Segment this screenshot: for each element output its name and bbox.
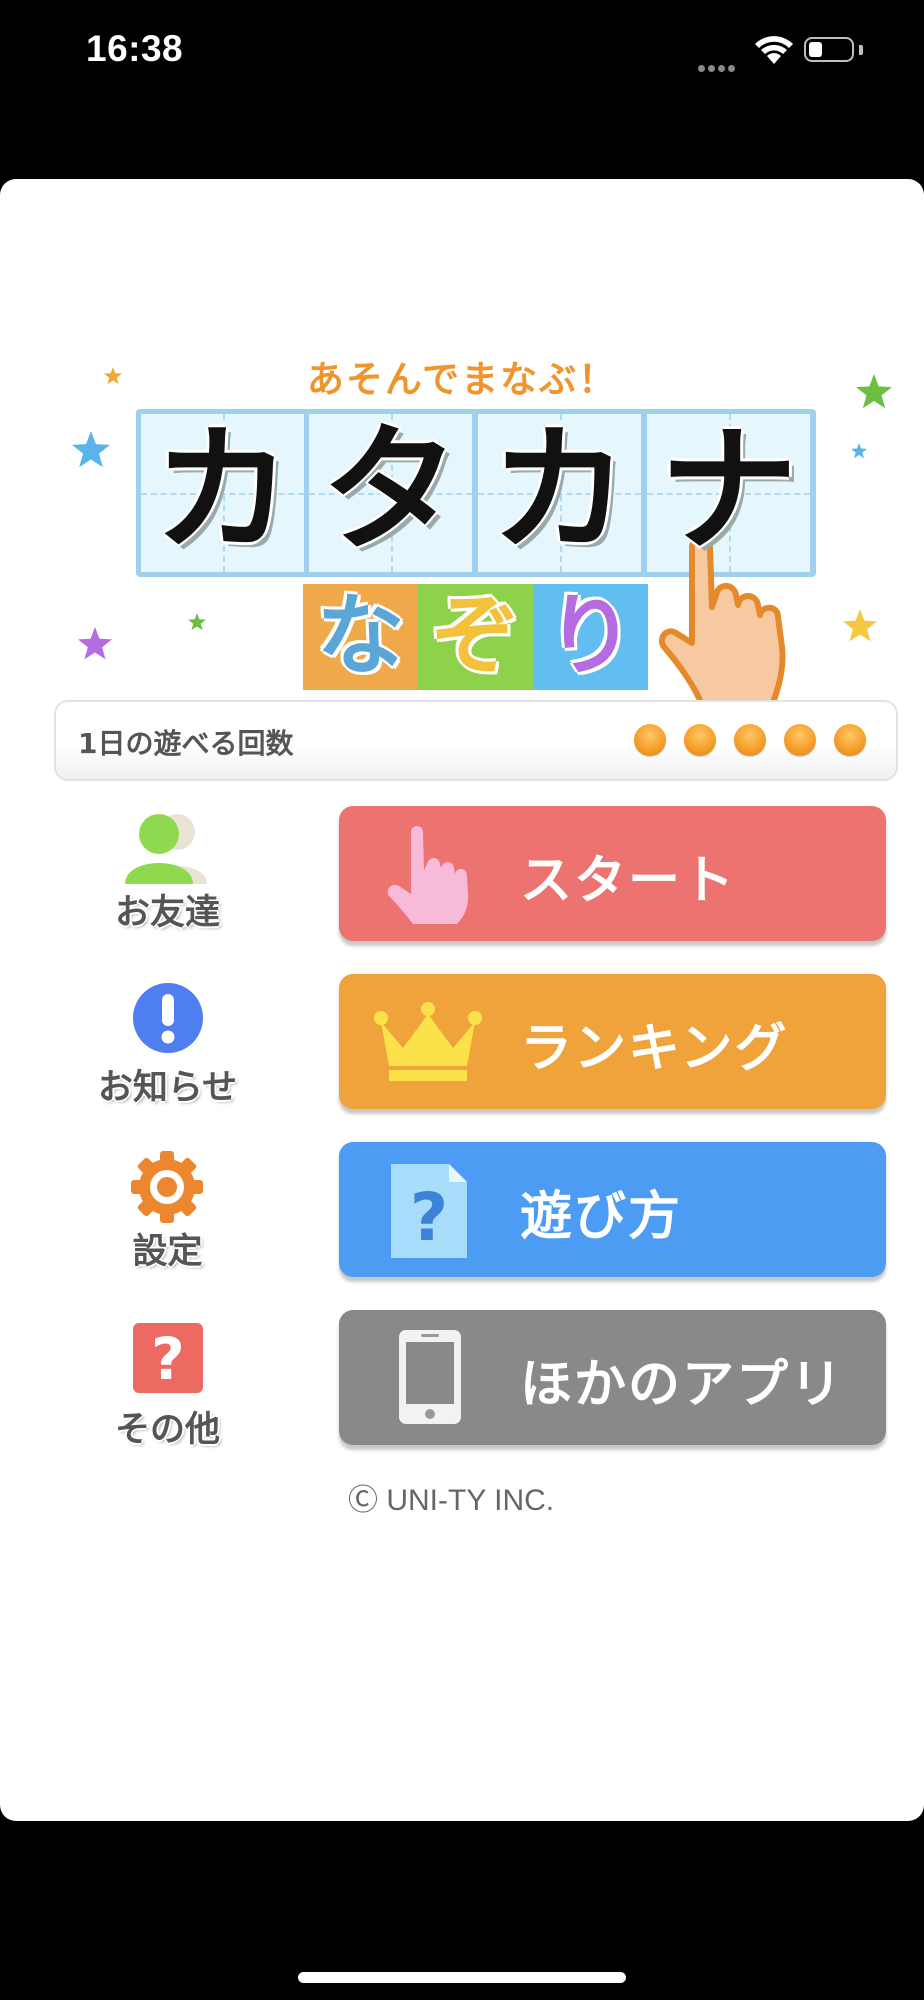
star-icon bbox=[851, 443, 867, 459]
star-icon bbox=[78, 627, 112, 660]
daily-plays-label: 1日の遊べる回数 bbox=[78, 727, 294, 760]
pointing-hand-icon bbox=[387, 826, 469, 924]
friends-icon bbox=[125, 814, 207, 884]
crown-icon bbox=[374, 1002, 482, 1081]
other-button[interactable]: ? その他 bbox=[75, 1321, 260, 1450]
star-icon bbox=[188, 613, 206, 631]
other-apps-button-label: ほかのアプリ bbox=[520, 1355, 845, 1415]
nazori-character: ぞ bbox=[431, 584, 520, 687]
nazori-character: り bbox=[546, 584, 635, 687]
home-indicator[interactable] bbox=[298, 1972, 626, 1983]
play-count-dot bbox=[734, 724, 766, 756]
copyright-text: Ⓒ UNI-TY INC. bbox=[348, 1484, 555, 1517]
how-to-play-button-label: 遊び方 bbox=[520, 1187, 683, 1247]
kana-character: タ bbox=[321, 414, 460, 571]
ranking-button[interactable]: ランキング bbox=[339, 974, 886, 1109]
play-count-dot bbox=[784, 724, 816, 756]
cellular-signal-icon bbox=[698, 57, 738, 76]
settings-label: 設定 bbox=[132, 1232, 203, 1272]
nazori-block: ぞ bbox=[418, 584, 533, 690]
kana-cell: タ bbox=[309, 414, 472, 572]
status-time: 16:38 bbox=[86, 28, 184, 69]
smartphone-icon bbox=[399, 1330, 461, 1424]
kana-character: ナ bbox=[659, 414, 798, 571]
how-to-play-button[interactable]: ? 遊び方 bbox=[339, 1142, 886, 1277]
play-count-dot bbox=[634, 724, 666, 756]
kana-cell: カ bbox=[478, 414, 641, 572]
gear-icon bbox=[131, 1151, 203, 1223]
nazori-block: り bbox=[533, 584, 648, 690]
help-document-icon: ? bbox=[391, 1164, 467, 1258]
other-label: その他 bbox=[114, 1410, 220, 1450]
kana-character: カ bbox=[490, 414, 629, 571]
battery-icon bbox=[804, 37, 854, 62]
nazori-block: な bbox=[303, 584, 418, 690]
news-label: お知らせ bbox=[97, 1068, 238, 1108]
svg-text:?: ? bbox=[410, 1179, 448, 1256]
logo-subtitle: あそんでまなぶ！ bbox=[306, 358, 618, 401]
ranking-button-label: ランキング bbox=[520, 1019, 789, 1079]
settings-button[interactable]: 設定 bbox=[75, 1149, 260, 1272]
play-count-dot bbox=[834, 724, 866, 756]
logo-title-frame: カ タ カ ナ bbox=[136, 409, 816, 577]
nazori-character: な bbox=[316, 584, 405, 687]
kana-character: カ bbox=[153, 414, 292, 571]
friends-label: お友達 bbox=[114, 893, 220, 933]
start-button[interactable]: スタート bbox=[339, 806, 886, 941]
question-icon: ? bbox=[133, 1323, 203, 1393]
play-count-dot bbox=[684, 724, 716, 756]
start-button-label: スタート bbox=[520, 851, 737, 911]
svg-text:?: ? bbox=[151, 1325, 185, 1393]
star-icon bbox=[843, 609, 877, 642]
news-button[interactable]: お知らせ bbox=[75, 981, 260, 1108]
status-bar: 16:38 bbox=[0, 0, 924, 110]
daily-plays-bar: 1日の遊べる回数 bbox=[54, 700, 898, 781]
kana-cell: カ bbox=[141, 414, 304, 572]
main-panel: あそんでまなぶ！ カ タ カ ナ な ぞ り 1日の遊べる回数 お友達 お知らせ… bbox=[0, 179, 924, 1821]
other-apps-button[interactable]: ほかのアプリ bbox=[339, 1310, 886, 1445]
kana-cell: ナ bbox=[647, 414, 810, 572]
friends-button[interactable]: お友達 bbox=[75, 812, 260, 933]
info-icon bbox=[133, 983, 203, 1053]
wifi-icon bbox=[755, 36, 793, 64]
star-icon bbox=[72, 431, 110, 468]
